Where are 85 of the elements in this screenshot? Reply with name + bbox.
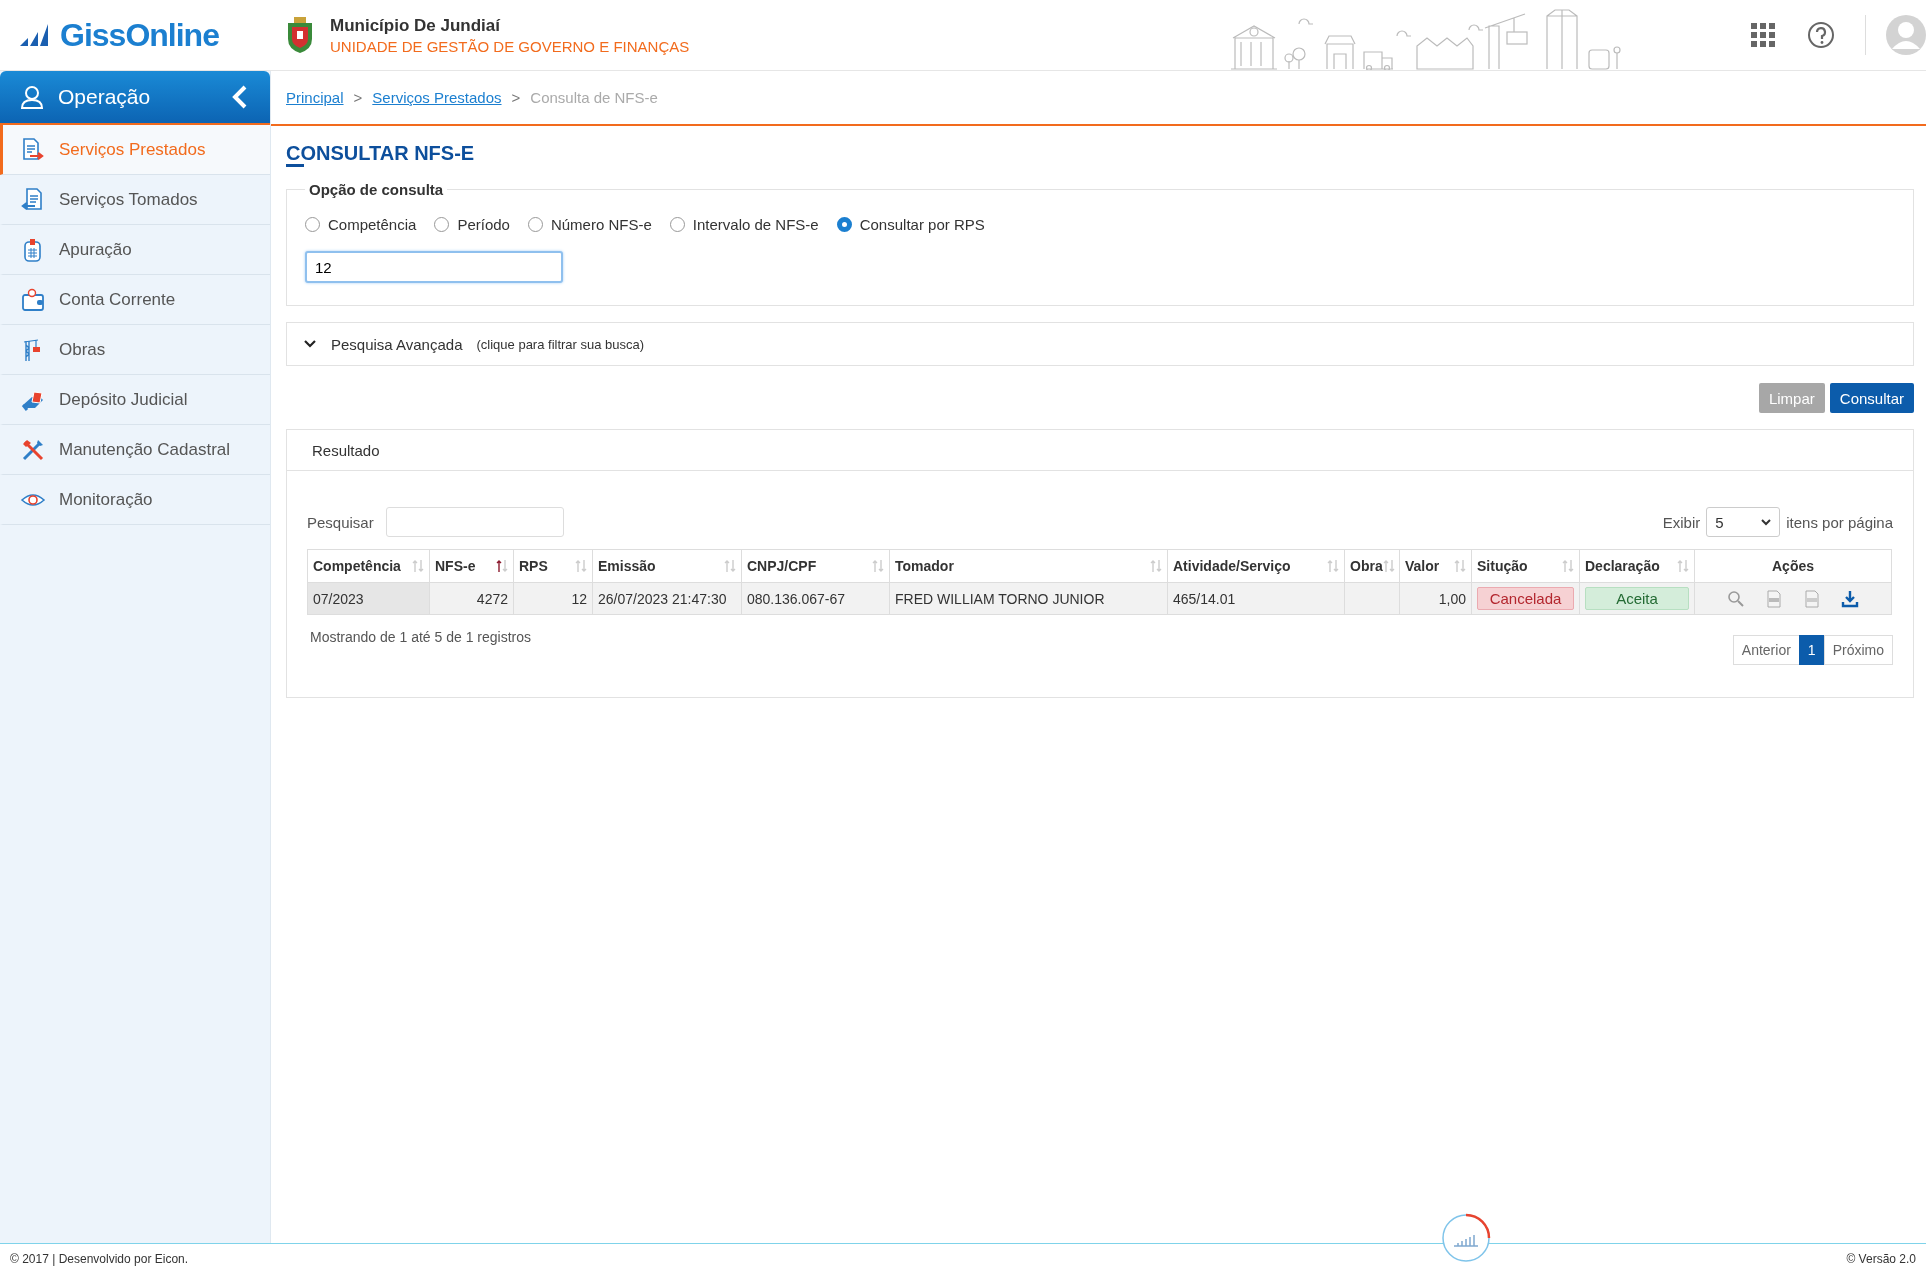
table-cell: 26/07/2023 21:47:30: [598, 590, 727, 607]
footer-version: © Versão 2.0: [1846, 1252, 1916, 1266]
download-icon[interactable]: [1841, 589, 1859, 608]
status-badge: Aceita: [1585, 587, 1689, 610]
help-icon[interactable]: [1807, 21, 1835, 49]
breadcrumb-separator: >: [353, 89, 363, 106]
table-cell: 4272: [476, 590, 508, 607]
sidebar-item[interactable]: Obras: [0, 325, 270, 375]
radio-label: Período: [457, 216, 510, 233]
menu-tools-icon: [21, 437, 45, 462]
sidebar-item[interactable]: Manutenção Cadastral: [0, 425, 270, 475]
search-label: Pesquisar: [307, 513, 374, 531]
radio-button[interactable]: [434, 217, 450, 232]
table-cell: 465/14.01: [1173, 590, 1236, 607]
footer-copyright: © 2017 | Desenvolvido por Eicon.: [10, 1252, 189, 1266]
pagination-button[interactable]: Anterior: [1732, 635, 1800, 665]
table-cell: 07/2023: [313, 590, 364, 607]
advanced-search-toggle[interactable]: Pesquisa Avançada (clique para filtrar sua busca): [286, 322, 1914, 366]
apps-grid-icon[interactable]: [1749, 21, 1777, 49]
search-field[interactable]: [385, 507, 564, 537]
radio-option[interactable]: Consultar por RPS: [836, 216, 985, 233]
table-cell: 080.136.067-67: [747, 590, 846, 607]
sidebar-item[interactable]: Conta Corrente: [0, 275, 270, 325]
sidebar-item[interactable]: Depósito Judicial: [0, 375, 270, 425]
records-summary: Mostrando de 1 até 5 de 1 registros: [310, 629, 532, 645]
column-header[interactable]: Tomador: [889, 549, 1168, 583]
page-size-select[interactable]: 5: [1706, 507, 1781, 537]
radio-option[interactable]: Período: [434, 216, 510, 233]
municipality-name: Município De Jundiaí: [330, 15, 502, 36]
pagination-button[interactable]: Próximo: [1823, 635, 1893, 665]
sidebar-item[interactable]: Monitoração: [0, 475, 270, 525]
column-header[interactable]: Situção: [1471, 549, 1580, 583]
pdf-document-icon[interactable]: [1765, 589, 1783, 608]
panel-legend: Opção de consulta: [305, 181, 448, 198]
result-title: Resultado: [312, 441, 380, 459]
radio-button[interactable]: [305, 217, 320, 232]
radio-button[interactable]: [669, 217, 685, 232]
rps-input-field[interactable]: 12: [305, 251, 563, 283]
user-icon: [20, 85, 44, 109]
avatar-icon[interactable]: [1886, 15, 1926, 55]
breadcrumb-separator: >: [511, 89, 521, 106]
advanced-search-label: Pesquisa Avançada: [331, 335, 463, 353]
radio-button[interactable]: [527, 217, 543, 232]
sidebar-title: Operação: [58, 85, 152, 109]
radio-label: Número NFS-e: [550, 216, 652, 233]
column-header[interactable]: Atividade/Serviço: [1167, 549, 1345, 583]
loading-spinner-icon: [1440, 1212, 1492, 1264]
radio-option[interactable]: Intervalo de NFS-e: [669, 216, 819, 233]
pagination-button[interactable]: 1: [1798, 635, 1825, 665]
sidebar-item[interactable]: Apuração: [0, 225, 270, 275]
sidebar-item[interactable]: Serviços Tomados: [0, 175, 270, 225]
page-size-suffix: itens por página: [1786, 513, 1893, 531]
advanced-search-hint: (clique para filtrar sua busca): [476, 336, 645, 352]
breadcrumb-current: Consulta de NFS-e: [530, 89, 658, 106]
column-header[interactable]: NFS-e: [429, 549, 514, 583]
radio-label: Consultar por RPS: [859, 216, 985, 233]
column-header[interactable]: Declaração: [1579, 549, 1695, 583]
unit-name: UNIDADE DE GESTÃO DE GOVERNO E FINANÇAS: [330, 37, 690, 55]
column-header[interactable]: Competência: [307, 549, 430, 583]
table-cell: 1,00: [1438, 590, 1466, 607]
menu-doc-out-icon: [21, 137, 45, 162]
page-size-label: Exibir: [1662, 513, 1701, 531]
menu-doc-in-icon: [21, 187, 45, 212]
radio-option[interactable]: Competência: [305, 216, 417, 233]
radio-button[interactable]: [836, 217, 852, 232]
status-badge: Cancelada: [1477, 587, 1574, 610]
column-header[interactable]: Valor: [1399, 549, 1472, 583]
radio-label: Competência: [328, 216, 417, 233]
table-cell: FRED WILLIAM TORNO JUNIOR: [895, 590, 1105, 607]
search-icon[interactable]: [1727, 589, 1745, 608]
column-header[interactable]: Obra: [1344, 549, 1400, 583]
breadcrumb-link[interactable]: Principal: [286, 89, 344, 106]
column-header[interactable]: RPS: [513, 549, 593, 583]
column-header[interactable]: Emissão: [592, 549, 742, 583]
caret-icon: [1761, 517, 1772, 527]
breadcrumb-link[interactable]: Serviços Prestados: [372, 89, 502, 106]
radio-option[interactable]: Número NFS-e: [527, 216, 652, 233]
column-header[interactable]: Ações: [1694, 549, 1892, 583]
table-cell: 12: [571, 590, 587, 607]
search-button[interactable]: Consultar: [1829, 383, 1914, 413]
column-header[interactable]: CNPJ/CPF: [741, 549, 890, 583]
xml-document-icon[interactable]: [1803, 589, 1821, 608]
menu-wallet-icon: [21, 287, 45, 312]
radio-label: Intervalo de NFS-e: [692, 216, 819, 233]
brand-logo: GissOnline: [60, 16, 219, 54]
